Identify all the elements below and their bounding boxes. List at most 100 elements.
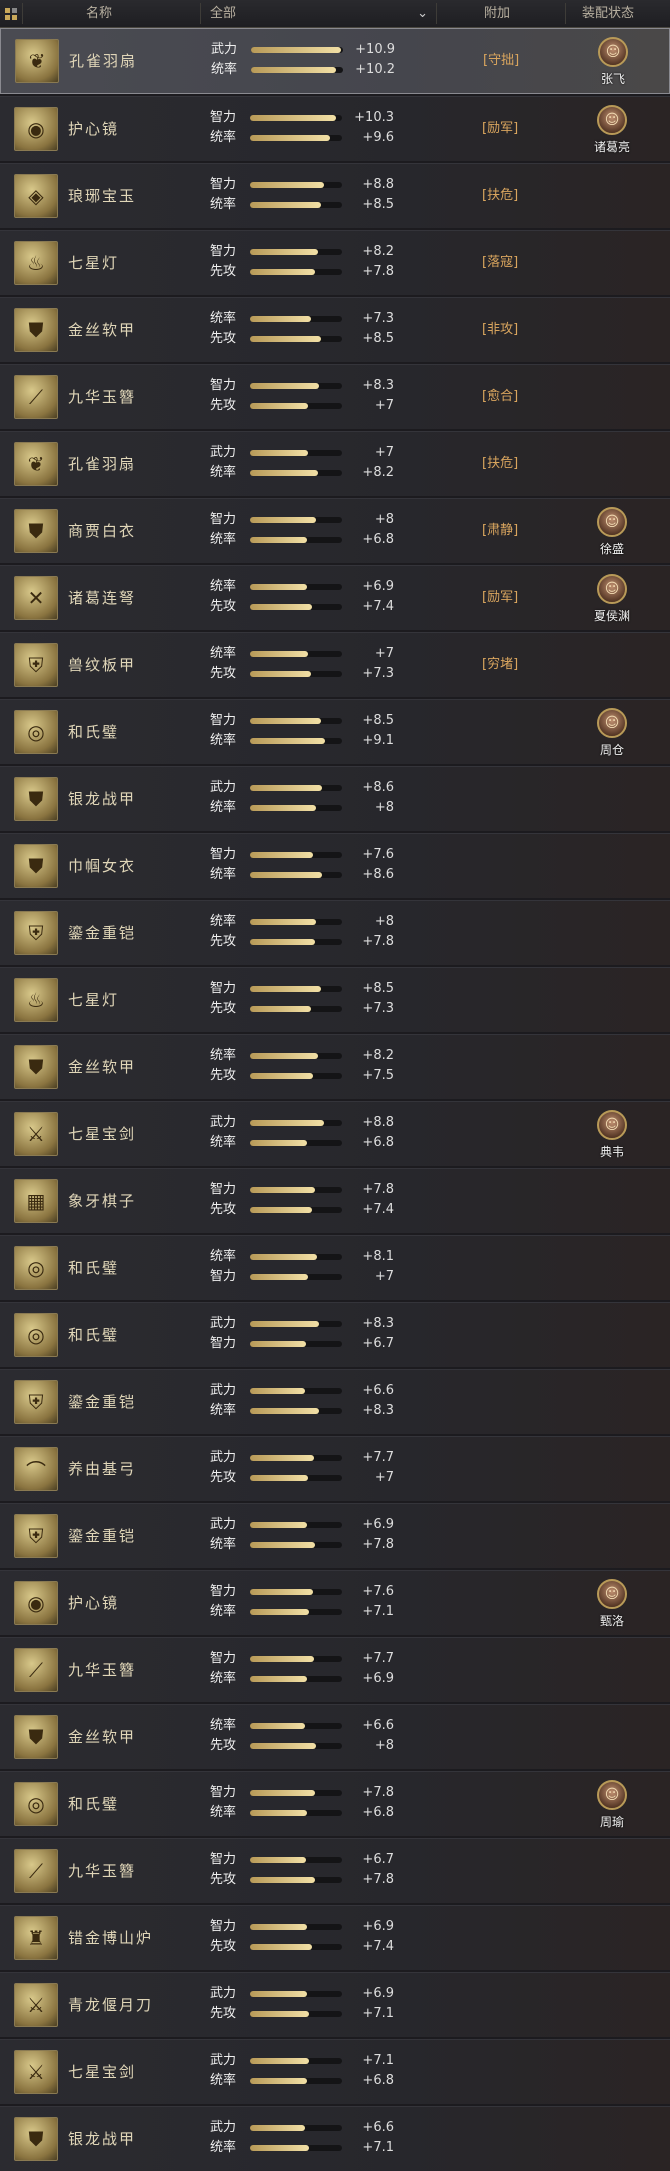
list-item[interactable]: ⛨ 鎏金重铠 统率 +8 先攻 +7.8 [0,900,670,965]
list-item[interactable]: ◎ 和氏璧 统率 +8.1 智力 +7 [0,1235,670,1300]
stat-bar-fill [250,1073,313,1079]
item-name: 鎏金重铠 [68,1527,137,1545]
general-avatar[interactable]: ☺ [597,1579,627,1609]
stat-bar-fill [250,115,336,121]
general-avatar[interactable]: ☺ [597,105,627,135]
stat-label: 统率 [211,62,238,77]
extra-effect-tag: [励军] [482,121,519,136]
stat-bar-fill [250,316,311,322]
stat-bar-fill [250,336,321,342]
stat-value: +6.9 [362,1671,394,1686]
list-item[interactable]: ⟋ 九华玉簪 智力 +6.7 先攻 +7.8 [0,1838,670,1903]
armor-icon: ⛊ [14,777,58,821]
stat-label: 武力 [210,1450,237,1465]
list-item[interactable]: ◎ 和氏璧 智力 +7.8 统率 +6.8 ☺ 周瑜 [0,1771,670,1836]
list-item[interactable]: ⛊ 金丝软甲 统率 +6.6 先攻 +8 [0,1704,670,1769]
stat-label: 统率 [210,646,237,661]
attribute-filter-dropdown[interactable]: 全部 ⌄ [210,0,428,27]
stat-label: 武力 [210,780,237,795]
list-item[interactable]: ⛊ 金丝软甲 统率 +7.3 先攻 +8.5 [非攻] [0,297,670,362]
sword-icon: ⚔ [14,1112,58,1156]
stat-row: 先攻 +7.8 [210,1871,410,1889]
list-item[interactable]: ❦ 孔雀羽扇 武力 +7 统率 +8.2 [扶危] [0,431,670,496]
list-item[interactable]: ⌒ 养由基弓 武力 +7.7 先攻 +7 [0,1436,670,1501]
stat-value: +8 [374,914,394,929]
list-item[interactable]: ❦ 孔雀羽扇 武力 +10.9 统率 +10.2 [守拙] ☺ 张飞 [0,28,670,94]
list-item[interactable]: ✕ 诸葛连弩 统率 +6.9 先攻 +7.4 [励军] ☺ 夏侯渊 [0,565,670,630]
stat-bar [250,202,342,208]
stat-label: 武力 [210,1316,237,1331]
stat-label: 统率 [210,1537,237,1552]
list-item[interactable]: ⛨ 兽纹板甲 统率 +7 先攻 +7.3 [穷堵] [0,632,670,697]
stat-bar-fill [250,718,321,724]
stat-bar [250,939,342,945]
list-item[interactable]: ⛨ 鎏金重铠 武力 +6.9 统率 +7.8 [0,1503,670,1568]
equipped-general-name: 张飞 [600,72,625,86]
general-avatar[interactable]: ☺ [597,507,627,537]
list-item[interactable]: ⛊ 银龙战甲 武力 +8.6 统率 +8 [0,766,670,831]
stat-bar [250,2125,342,2131]
stat-bar [250,2058,342,2064]
general-avatar[interactable]: ☺ [597,574,627,604]
list-item[interactable]: ♨ 七星灯 智力 +8.2 先攻 +7.8 [落寇] [0,230,670,295]
name-column-header[interactable]: 名称 [86,0,112,27]
stat-bar [250,1140,342,1146]
list-item[interactable]: ◉ 护心镜 智力 +10.3 统率 +9.6 [励军] ☺ 诸葛亮 [0,96,670,161]
stat-bar [250,1522,342,1528]
list-item[interactable]: ♨ 七星灯 智力 +8.5 先攻 +7.3 [0,967,670,1032]
general-avatar[interactable]: ☺ [597,1110,627,1140]
list-item[interactable]: ⚔ 七星宝剑 武力 +8.8 统率 +6.8 ☺ 典韦 [0,1101,670,1166]
stat-bar-fill [250,986,321,992]
list-item[interactable]: ⛊ 金丝软甲 统率 +8.2 先攻 +7.5 [0,1034,670,1099]
stat-row: 智力 +7.6 [210,1583,410,1601]
stat-value: +10.9 [355,42,395,57]
list-item[interactable]: ♜ 错金博山炉 智力 +6.9 先攻 +7.4 [0,1905,670,1970]
stat-row: 武力 +6.6 [210,1382,410,1400]
stat-row: 武力 +7.1 [210,2052,410,2070]
grid-view-icon[interactable] [0,0,22,27]
stat-label: 先攻 [210,1068,237,1083]
extra-column-header[interactable]: 附加 [484,0,510,27]
item-name: 银龙战甲 [68,2130,137,2148]
list-item[interactable]: ⚔ 七星宝剑 武力 +7.1 统率 +6.8 [0,2039,670,2104]
stat-bar [250,1810,342,1816]
stat-label: 智力 [210,1584,237,1599]
stat-row: 智力 +8.5 [210,980,410,998]
stat-bar [251,67,343,73]
list-item[interactable]: ◎ 和氏璧 智力 +8.5 统率 +9.1 ☺ 周仓 [0,699,670,764]
list-item[interactable]: ◎ 和氏璧 武力 +8.3 智力 +6.7 [0,1302,670,1367]
stat-bar [250,1254,342,1260]
stat-bar-fill [250,1120,324,1126]
fan-icon: ❦ [15,39,59,83]
stat-bar-fill [250,805,317,811]
list-item[interactable]: ⛊ 巾帼女衣 智力 +7.6 统率 +8.6 [0,833,670,898]
general-avatar[interactable]: ☺ [597,1780,627,1810]
list-item[interactable]: ⛊ 银龙战甲 武力 +6.6 统率 +7.1 [0,2106,670,2171]
equipped-general-name: 周瑜 [599,1815,624,1829]
stat-bar-fill [250,1656,315,1662]
stat-label: 统率 [210,1249,237,1264]
stat-bar-fill [250,537,308,543]
list-item[interactable]: ⟋ 九华玉簪 智力 +8.3 先攻 +7 [愈合] [0,364,670,429]
stat-label: 先攻 [210,1939,237,1954]
list-item[interactable]: ⟋ 九华玉簪 智力 +7.7 统率 +6.9 [0,1637,670,1702]
list-item[interactable]: ⚔ 青龙偃月刀 武力 +6.9 先攻 +7.1 [0,1972,670,2037]
general-avatar[interactable]: ☺ [597,708,627,738]
stat-bar [250,584,342,590]
list-item[interactable]: ▦ 象牙棋子 智力 +7.8 先攻 +7.4 [0,1168,670,1233]
stat-bar [250,1924,342,1930]
stat-bar-fill [250,269,316,275]
list-item[interactable]: ⛊ 商贾白衣 智力 +8 统率 +6.8 [肃静] ☺ 徐盛 [0,498,670,563]
chess-icon: ▦ [14,1179,58,1223]
item-name: 青龙偃月刀 [68,1996,154,2014]
equip-status-column-header[interactable]: 装配状态 [582,0,634,27]
general-avatar[interactable]: ☺ [598,37,628,67]
stat-value: +6.8 [362,1135,394,1150]
stat-value: +8.5 [362,197,394,212]
item-name: 错金博山炉 [68,1929,154,1947]
item-name: 七星宝剑 [68,2063,137,2081]
list-item[interactable]: ◈ 琅琊宝玉 智力 +8.8 统率 +8.5 [扶危] [0,163,670,228]
stat-value: +8.2 [362,244,394,259]
list-item[interactable]: ◉ 护心镜 智力 +7.6 统率 +7.1 ☺ 甄洛 [0,1570,670,1635]
list-item[interactable]: ⛨ 鎏金重铠 武力 +6.6 统率 +8.3 [0,1369,670,1434]
